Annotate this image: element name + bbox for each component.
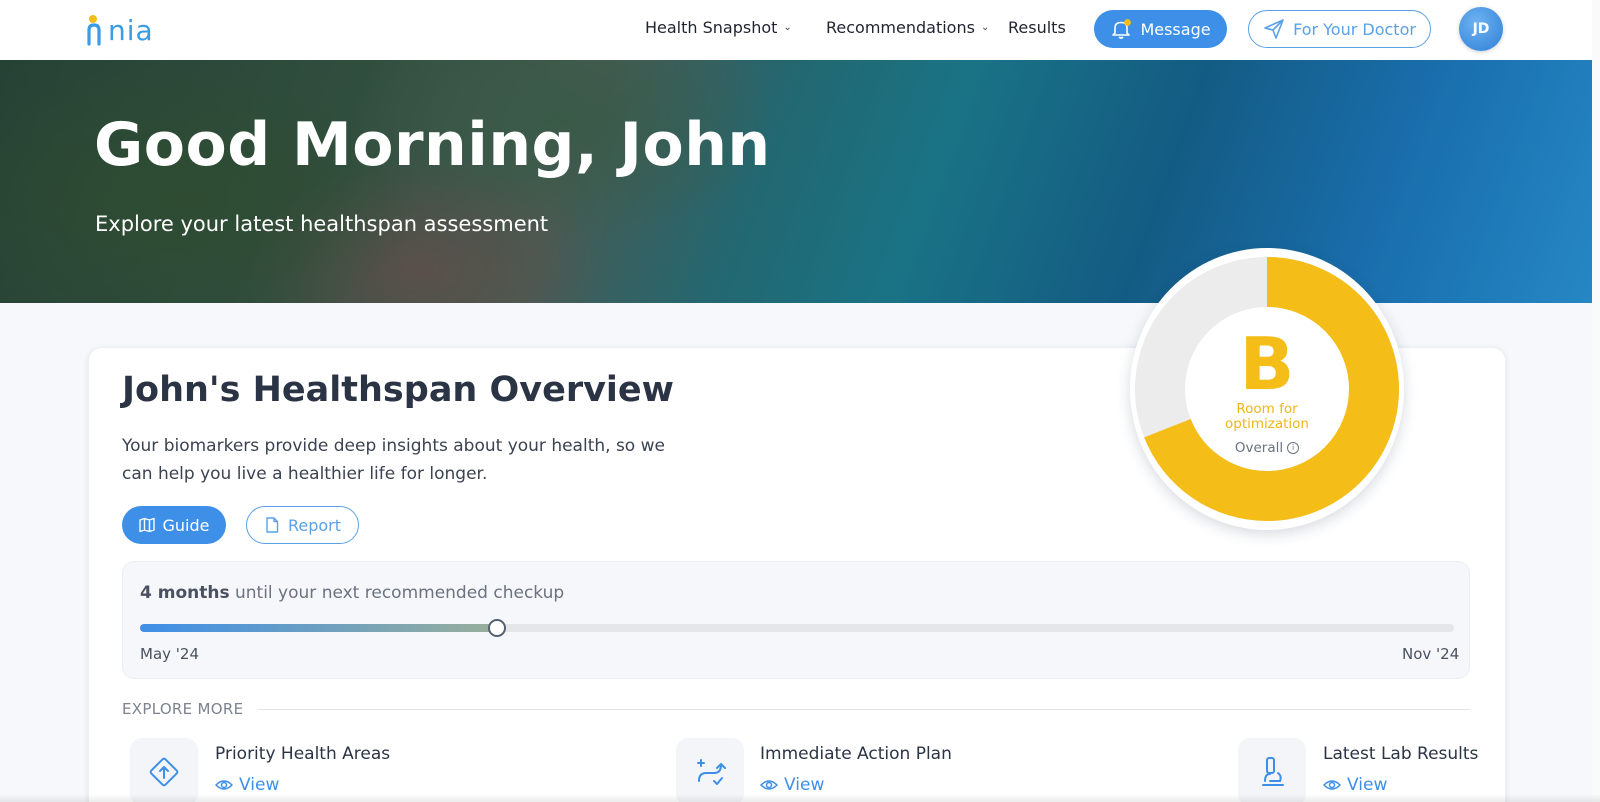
checkup-panel (122, 561, 1470, 679)
checkup-text: 4 months until your next recommended che… (140, 583, 564, 603)
grade-description: Room for optimization (1225, 401, 1309, 432)
greeting-subtitle: Explore your latest healthspan assessmen… (95, 212, 549, 236)
priority-diamond-icon (149, 757, 179, 787)
map-icon (138, 517, 155, 533)
grade-overall-label: Overall i (1210, 440, 1324, 456)
overview-description: Your biomarkers provide deep insights ab… (122, 436, 665, 484)
explore-more-label: EXPLORE MORE (122, 700, 244, 718)
top-nav: nia Health Snapshot ⌄ Recommendations ⌄ … (0, 0, 1600, 60)
user-avatar[interactable]: JD (1459, 7, 1503, 51)
checkup-months: 4 months (140, 583, 230, 603)
message-button[interactable]: Message (1094, 10, 1227, 48)
microscope-icon (1262, 757, 1284, 786)
latest-lab-results-title: Latest Lab Results (1323, 744, 1479, 764)
latest-lab-results-icon-tile[interactable] (1238, 738, 1306, 802)
latest-lab-results-view-link[interactable]: View (1323, 775, 1387, 795)
view-label: View (1347, 775, 1388, 795)
overall-label-text: Overall (1234, 440, 1284, 456)
eye-icon (215, 780, 233, 790)
nav-results[interactable]: Results (1008, 18, 1066, 37)
checkup-progress-track (140, 624, 1454, 632)
message-button-label: Message (1140, 19, 1211, 39)
greeting-title: Good Morning, John (94, 110, 771, 180)
bell-icon (1112, 19, 1132, 39)
immediate-action-plan-icon-tile[interactable] (676, 738, 744, 802)
eye-icon (760, 780, 778, 790)
checkup-start-date: May '24 (140, 645, 199, 663)
nia-logo[interactable]: nia (86, 12, 154, 46)
chevron-down-icon: ⌄ (783, 22, 792, 33)
for-your-doctor-button[interactable]: For Your Doctor (1248, 10, 1431, 48)
logo-text: nia (108, 14, 154, 47)
info-icon[interactable]: i (1287, 442, 1300, 454)
send-icon (1264, 19, 1284, 39)
nav-health-snapshot[interactable]: Health Snapshot ⌄ (645, 18, 792, 37)
eye-icon (1323, 780, 1341, 790)
priority-health-areas-view-link[interactable]: View (215, 775, 279, 795)
person-logo-icon (87, 15, 101, 46)
report-button[interactable]: Report (246, 506, 359, 544)
immediate-action-plan-title: Immediate Action Plan (760, 744, 952, 764)
view-label: View (239, 775, 280, 795)
overview-title: John's Healthspan Overview (122, 370, 674, 410)
report-button-label: Report (287, 515, 342, 535)
grade-letter: B (1239, 322, 1295, 406)
nav-recommendations-label: Recommendations (826, 18, 975, 37)
nav-recommendations[interactable]: Recommendations ⌄ (826, 18, 989, 37)
guide-button[interactable]: Guide (122, 506, 226, 544)
page-scrollbar[interactable] (1592, 0, 1600, 802)
bottom-shadow (0, 794, 1600, 802)
explore-divider (258, 709, 1470, 710)
nav-health-snapshot-label: Health Snapshot (645, 18, 778, 37)
nav-results-label: Results (1008, 18, 1066, 37)
priority-health-areas-icon-tile[interactable] (130, 738, 198, 802)
checkup-progress-fill (140, 624, 498, 632)
document-icon (266, 517, 279, 533)
immediate-action-plan-view-link[interactable]: View (760, 775, 824, 795)
route-icon (697, 759, 726, 785)
checkup-end-date: Nov '24 (1402, 645, 1460, 663)
guide-button-label: Guide (162, 515, 210, 535)
view-label: View (784, 775, 825, 795)
for-your-doctor-label: For Your Doctor (1293, 19, 1416, 39)
chevron-down-icon: ⌄ (980, 22, 990, 33)
checkup-rest-text: until your next recommended checkup (229, 583, 565, 603)
priority-health-areas-title: Priority Health Areas (215, 744, 391, 764)
